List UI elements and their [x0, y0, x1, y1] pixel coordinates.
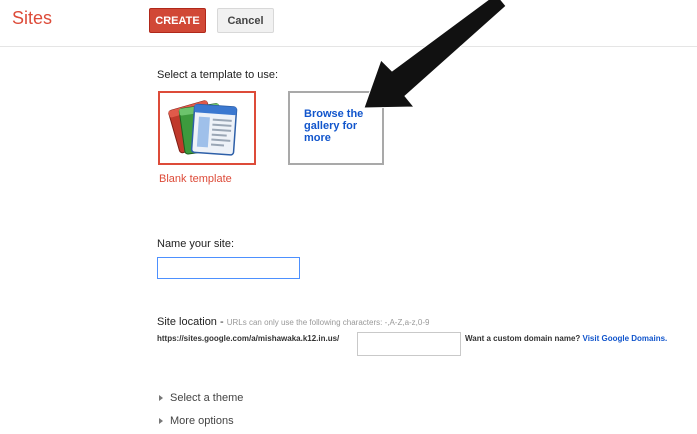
annotation-arrow	[363, 0, 507, 109]
